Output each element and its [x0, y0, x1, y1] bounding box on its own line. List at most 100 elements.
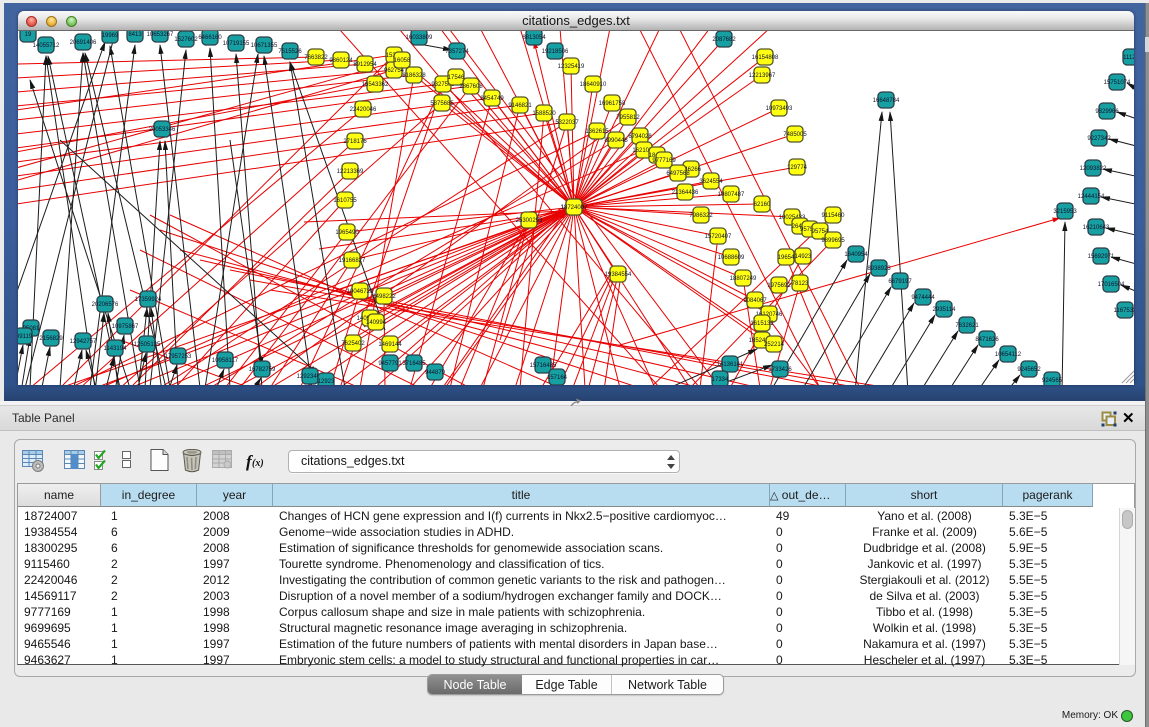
svg-text:1588520: 1588520 [532, 111, 556, 117]
svg-text:1362615: 1362615 [585, 129, 609, 135]
svg-text:9777169: 9777169 [652, 158, 676, 164]
svg-text:7357274: 7357274 [445, 49, 469, 55]
svg-text:7485005: 7485005 [783, 132, 807, 138]
svg-text:12325419: 12325419 [558, 64, 585, 70]
svg-text:5875685: 5875685 [430, 101, 454, 107]
svg-text:(x): (x) [252, 458, 264, 469]
svg-text:15720407: 15720407 [705, 234, 732, 240]
svg-text:129774: 129774 [787, 165, 808, 171]
svg-text:10719155: 10719155 [223, 41, 250, 47]
svg-text:20691406: 20691406 [70, 40, 97, 46]
svg-text:8990448: 8990448 [604, 138, 628, 144]
svg-text:22420046: 22420046 [350, 107, 377, 113]
svg-text:15751074: 15751074 [1104, 80, 1131, 86]
svg-text:3624554: 3624554 [699, 179, 723, 185]
svg-text:1469144: 1469144 [378, 342, 402, 348]
svg-text:1167533: 1167533 [1114, 308, 1134, 314]
svg-text:1965490: 1965490 [335, 230, 359, 236]
svg-text:20053346: 20053346 [149, 127, 176, 133]
svg-text:8912954: 8912954 [353, 62, 377, 68]
svg-text:20206576: 20206576 [92, 302, 119, 308]
svg-text:19969: 19969 [102, 33, 119, 39]
svg-text:12213967: 12213967 [749, 73, 776, 79]
svg-text:1610755: 1610755 [333, 198, 357, 204]
svg-text:9227342: 9227342 [1087, 136, 1111, 142]
svg-text:2867608: 2867608 [459, 84, 483, 90]
svg-text:16058: 16058 [394, 58, 411, 64]
svg-text:10671355: 10671355 [251, 43, 278, 49]
svg-text:6794028: 6794028 [628, 134, 652, 140]
svg-text:1975692: 1975692 [767, 283, 791, 289]
svg-text:25300293: 25300293 [516, 218, 543, 224]
svg-text:9329966: 9329966 [1095, 109, 1119, 115]
svg-text:21364436: 21364436 [672, 190, 699, 196]
svg-text:19384554: 19384554 [605, 272, 632, 278]
svg-text:1143194: 1143194 [104, 346, 128, 352]
svg-text:1498222: 1498222 [372, 294, 396, 300]
svg-text:924565: 924565 [1042, 378, 1063, 384]
svg-text:12923: 12923 [318, 379, 335, 385]
svg-text:9474444: 9474444 [911, 295, 935, 301]
svg-text:15692971: 15692971 [1088, 254, 1115, 260]
svg-text:2087682: 2087682 [712, 37, 736, 43]
svg-text:7955812: 7955812 [616, 115, 640, 121]
svg-text:16961758: 16961758 [599, 101, 626, 107]
svg-text:78123: 78123 [792, 281, 809, 287]
svg-text:16782759: 16782759 [249, 367, 276, 373]
svg-text:9899695: 9899695 [821, 238, 845, 244]
svg-text:8813054: 8813054 [522, 35, 546, 41]
svg-text:17334: 17334 [712, 377, 729, 383]
svg-text:17957253: 17957253 [165, 354, 192, 360]
svg-text:1640954: 1640954 [844, 252, 868, 258]
svg-text:16210643: 16210643 [1083, 225, 1110, 231]
svg-text:15716485: 15716485 [530, 363, 557, 369]
svg-text:19654: 19654 [778, 255, 795, 261]
svg-text:18640910: 18640910 [580, 82, 607, 88]
svg-text:8471626: 8471626 [975, 337, 999, 343]
svg-text:3716485: 3716485 [402, 361, 426, 367]
svg-text:6497568: 6497568 [666, 171, 690, 177]
svg-text:11124: 11124 [1123, 55, 1134, 61]
svg-text:10688609: 10688609 [718, 255, 745, 261]
svg-text:8186328: 8186328 [402, 73, 426, 79]
svg-text:6679197: 6679197 [888, 279, 912, 285]
svg-text:7625402: 7625402 [341, 341, 365, 347]
svg-text:10807487: 10807487 [718, 192, 745, 198]
svg-text:252214: 252214 [764, 342, 785, 348]
svg-text:5322037: 5322037 [555, 120, 579, 126]
svg-text:14136141: 14136141 [717, 362, 744, 368]
svg-text:18724007: 18724007 [561, 205, 588, 211]
svg-text:1615132: 1615132 [750, 321, 774, 327]
svg-text:16648784: 16648784 [873, 98, 900, 104]
svg-text:8413: 8413 [128, 32, 142, 38]
svg-text:19: 19 [25, 32, 32, 38]
svg-text:14055712: 14055712 [33, 43, 60, 49]
svg-text:2718176: 2718176 [343, 139, 367, 145]
svg-text:7515526: 7515526 [278, 49, 302, 55]
svg-text:3215953: 3215953 [1053, 209, 1077, 215]
svg-text:1527602: 1527602 [174, 37, 198, 43]
svg-text:2935114: 2935114 [933, 307, 957, 313]
svg-text:10973493: 10973493 [766, 106, 793, 112]
svg-text:9245652: 9245652 [1017, 367, 1041, 373]
svg-text:10653267: 10653267 [147, 32, 174, 38]
svg-text:18807249: 18807249 [730, 276, 757, 282]
svg-text:10958117: 10958117 [212, 358, 239, 364]
svg-text:9457791: 9457791 [378, 361, 402, 367]
svg-text:9860124: 9860124 [329, 58, 353, 64]
svg-text:9084067: 9084067 [743, 298, 767, 304]
svg-text:12942757: 12942757 [70, 339, 97, 345]
svg-text:10975867: 10975867 [112, 324, 139, 330]
svg-text:6466160: 6466160 [198, 35, 222, 41]
svg-text:12444154: 12444154 [1078, 194, 1105, 200]
svg-text:7663822: 7663822 [304, 55, 328, 61]
svg-text:16033809: 16033809 [406, 35, 433, 41]
svg-text:62160: 62160 [754, 202, 771, 208]
svg-text:12213369: 12213369 [337, 169, 364, 175]
svg-text:7632621: 7632621 [955, 323, 979, 329]
svg-text:14923: 14923 [795, 254, 812, 260]
svg-text:944879: 944879 [425, 370, 446, 376]
svg-text:17359924: 17359924 [135, 297, 162, 303]
svg-text:140994: 140994 [366, 320, 387, 326]
svg-text:19218506: 19218506 [542, 49, 569, 55]
